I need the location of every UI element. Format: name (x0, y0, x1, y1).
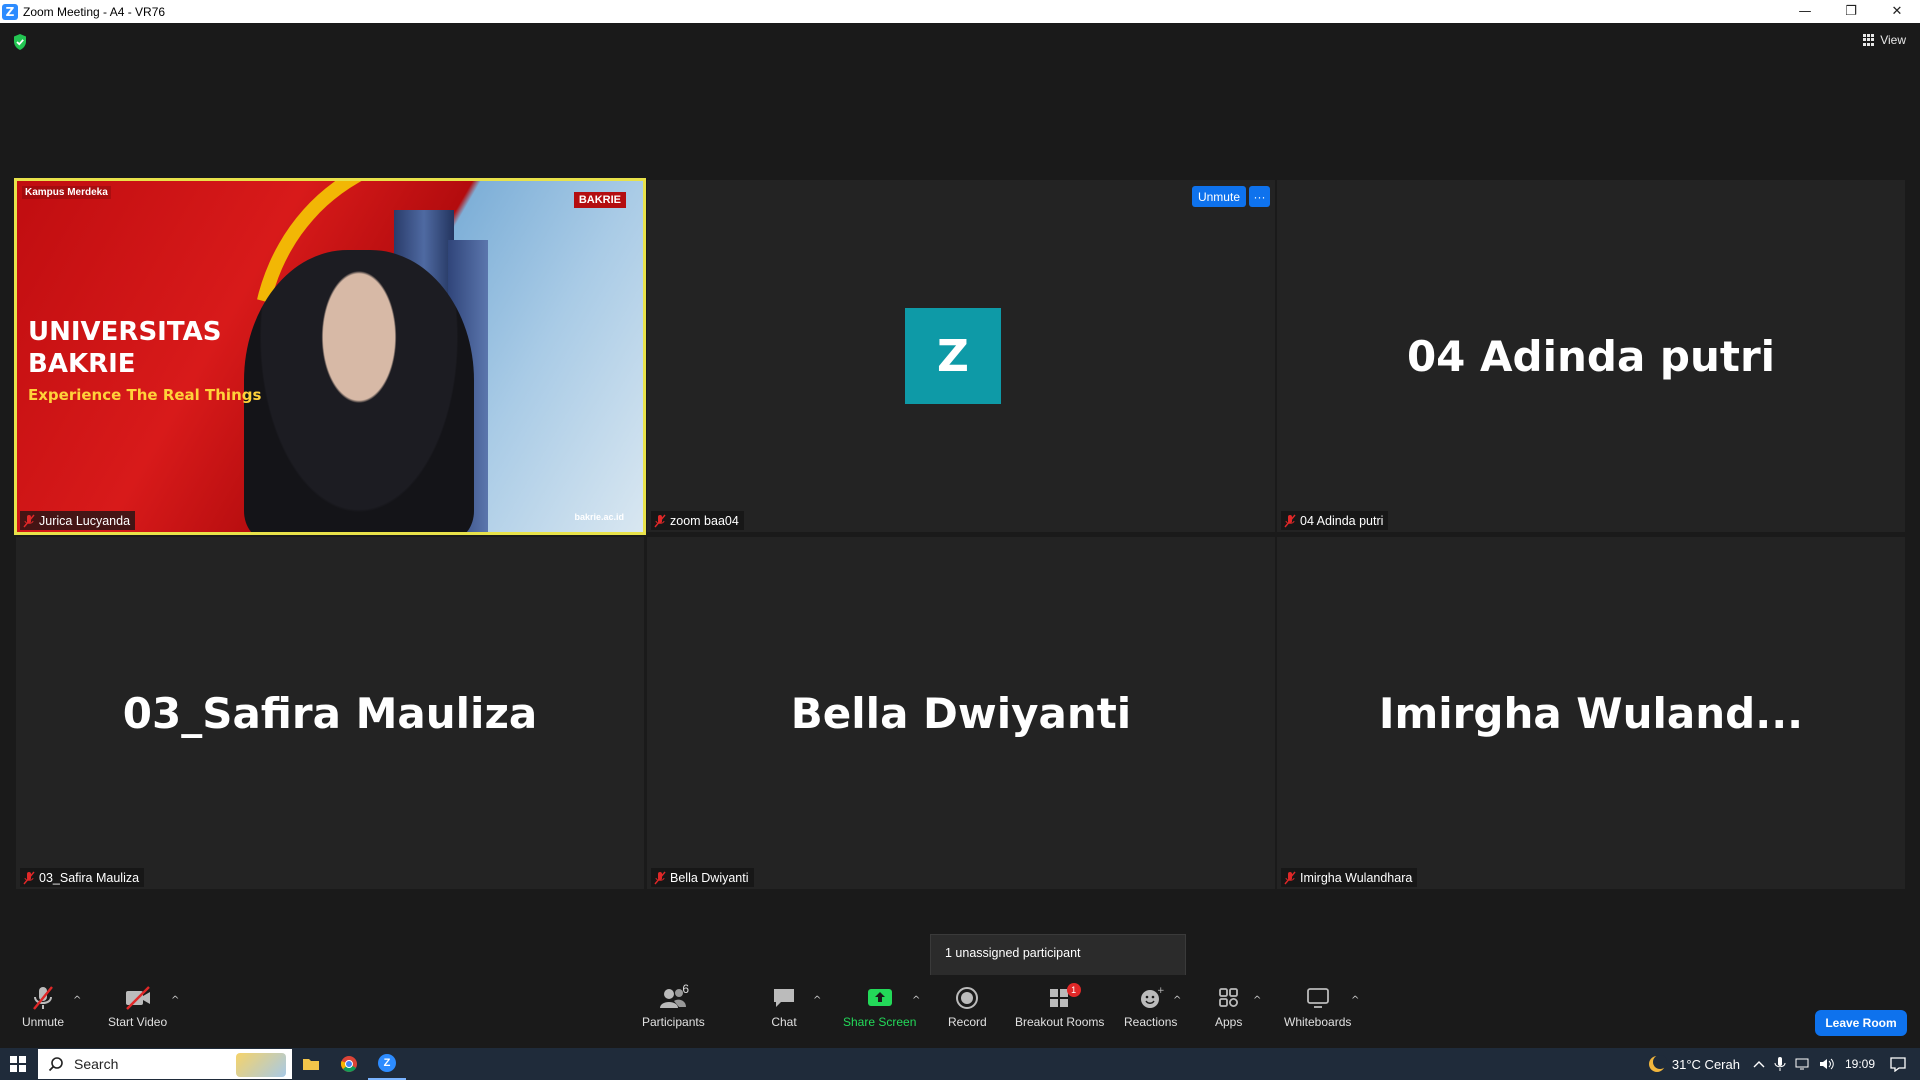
svg-text:+: + (1157, 986, 1164, 996)
leave-room-button[interactable]: Leave Room (1815, 1010, 1907, 1036)
window-titlebar: Z Zoom Meeting - A4 - VR76 — ❐ ✕ (0, 0, 1920, 23)
muted-mic-icon (654, 871, 666, 884)
meeting-area: View Kampus Merdeka BAKRIE UNIVERSITAS B… (0, 23, 1920, 1048)
file-explorer-app[interactable] (292, 1048, 330, 1080)
participant-name-label: Bella Dwiyanti (651, 868, 754, 887)
chevron-up-icon[interactable] (1753, 1059, 1765, 1069)
windows-taskbar: Search Z 31°C Cerah 19:09 (0, 1048, 1920, 1080)
participant-name-label: 04 Adinda putri (1281, 511, 1389, 530)
participant-name-label: 03_Safira Mauliza (20, 868, 145, 887)
system-tray: 31°C Cerah 19:09 (1647, 1048, 1920, 1080)
reactions-smiley-icon: + (1140, 986, 1164, 1008)
muted-mic-icon (654, 514, 666, 527)
start-button[interactable] (0, 1048, 36, 1080)
video-options-caret[interactable]: ^ (171, 995, 179, 1006)
chat-button[interactable]: Chat (771, 985, 797, 1029)
taskbar-search-box[interactable]: Search (38, 1049, 292, 1079)
participant-display-name: 04 Adinda putri (1406, 331, 1776, 381)
participant-tile-bella[interactable]: Bella Dwiyanti Bella Dwiyanti (647, 537, 1275, 889)
reactions-button[interactable]: + Reactions (1124, 985, 1177, 1029)
unassigned-participant-tooltip: 1 unassigned participant (930, 934, 1186, 986)
zoom-taskbar-icon: Z (378, 1054, 396, 1072)
participant-name-label: zoom baa04 (651, 511, 744, 530)
chrome-icon (341, 1056, 357, 1072)
avatar: Z (905, 308, 1001, 404)
window-title: Zoom Meeting - A4 - VR76 (23, 4, 166, 19)
participant-name-label: Jurica Lucyanda (20, 511, 136, 530)
search-placeholder: Search (74, 1056, 119, 1072)
volume-icon[interactable] (1819, 1057, 1835, 1071)
meeting-toolbar: Unmute ^ Start Video ^ 6 Participants Ch… (0, 975, 1920, 1048)
muted-microphone-icon (33, 986, 53, 1010)
chat-options-caret[interactable]: ^ (813, 995, 821, 1006)
network-icon[interactable] (1795, 1057, 1811, 1071)
restore-button[interactable]: ❐ (1828, 0, 1874, 23)
university-tagline: Experience The Real Things (28, 386, 262, 404)
participant-display-name: Imirgha Wuland... (1378, 688, 1804, 738)
security-shield-icon[interactable] (12, 33, 28, 51)
muted-mic-icon (23, 871, 35, 884)
chat-bubble-icon (774, 989, 794, 1007)
close-button[interactable]: ✕ (1874, 0, 1920, 23)
whiteboard-icon (1306, 988, 1329, 1008)
participant-tile-safira[interactable]: 03_Safira Mauliza 03_Safira Mauliza (16, 537, 644, 889)
search-highlight-image (236, 1053, 286, 1077)
view-button[interactable]: View (1863, 33, 1906, 47)
participant-person-image (244, 250, 474, 532)
apps-options-caret[interactable]: ^ (1253, 995, 1261, 1006)
video-off-icon (125, 986, 150, 1010)
university-site: bakrie.ac.id (574, 512, 624, 522)
record-icon (956, 987, 979, 1009)
whiteboards-button[interactable]: Whiteboards (1284, 985, 1351, 1029)
folder-icon (303, 1059, 319, 1070)
muted-mic-icon (1284, 514, 1296, 527)
apps-button[interactable]: Apps (1215, 985, 1242, 1029)
minimize-button[interactable]: — (1782, 0, 1828, 23)
participants-button[interactable]: 6 Participants (642, 982, 705, 1029)
share-options-caret[interactable]: ^ (912, 995, 920, 1006)
record-button[interactable]: Record (948, 985, 987, 1029)
zoom-app-icon: Z (2, 3, 18, 20)
window-controls: — ❐ ✕ (1782, 0, 1920, 23)
clock-time[interactable]: 19:09 (1845, 1057, 1875, 1071)
participant-tile-jurica[interactable]: Kampus Merdeka BAKRIE UNIVERSITAS BAKRIE… (16, 180, 644, 532)
whiteboards-options-caret[interactable]: ^ (1351, 995, 1359, 1006)
participant-tile-adinda[interactable]: 04 Adinda putri 04 Adinda putri (1277, 180, 1905, 532)
weather-moon-icon (1648, 1055, 1667, 1072)
participant-name-label: Imirgha Wulandhara (1281, 868, 1418, 887)
university-title: UNIVERSITAS BAKRIE (28, 317, 222, 379)
chrome-app[interactable] (330, 1048, 368, 1080)
request-unmute-button[interactable]: Unmute (1191, 186, 1246, 207)
participant-display-name: Bella Dwiyanti (790, 688, 1132, 738)
participant-display-name: 03_Safira Mauliza (122, 688, 538, 738)
weather-text[interactable]: 31°C Cerah (1672, 1057, 1740, 1072)
muted-mic-icon (23, 514, 35, 527)
search-icon (48, 1057, 63, 1072)
apps-icon (1218, 988, 1238, 1007)
kampus-merdeka-logo: Kampus Merdeka (22, 186, 111, 199)
grid-view-icon (1863, 34, 1875, 46)
participant-tile-zoom-baa04[interactable]: Z Unmute ··· zoom baa04 (647, 180, 1275, 532)
participants-count: 6 (682, 982, 690, 996)
notifications-icon[interactable] (1890, 1056, 1906, 1072)
share-screen-icon (867, 989, 892, 1006)
view-label: View (1880, 33, 1906, 47)
reactions-options-caret[interactable]: ^ (1173, 995, 1181, 1006)
breakout-rooms-button[interactable]: 1 Breakout Rooms (1015, 983, 1104, 1029)
start-video-button[interactable]: Start Video (108, 985, 167, 1029)
breakout-rooms-badge: 1 (1066, 983, 1081, 997)
microphone-tray-icon[interactable] (1773, 1056, 1787, 1072)
unmute-button[interactable]: Unmute (22, 985, 64, 1029)
zoom-taskbar-app[interactable]: Z (368, 1048, 406, 1080)
windows-logo-icon (10, 1056, 26, 1072)
share-screen-button[interactable]: Share Screen (843, 985, 916, 1029)
bakrie-logo: BAKRIE (573, 192, 626, 208)
more-options-button[interactable]: ··· (1249, 186, 1270, 207)
audio-options-caret[interactable]: ^ (73, 995, 81, 1006)
muted-mic-icon (1284, 871, 1296, 884)
participant-tile-imirgha[interactable]: Imirgha Wuland... Imirgha Wulandhara (1277, 537, 1905, 889)
